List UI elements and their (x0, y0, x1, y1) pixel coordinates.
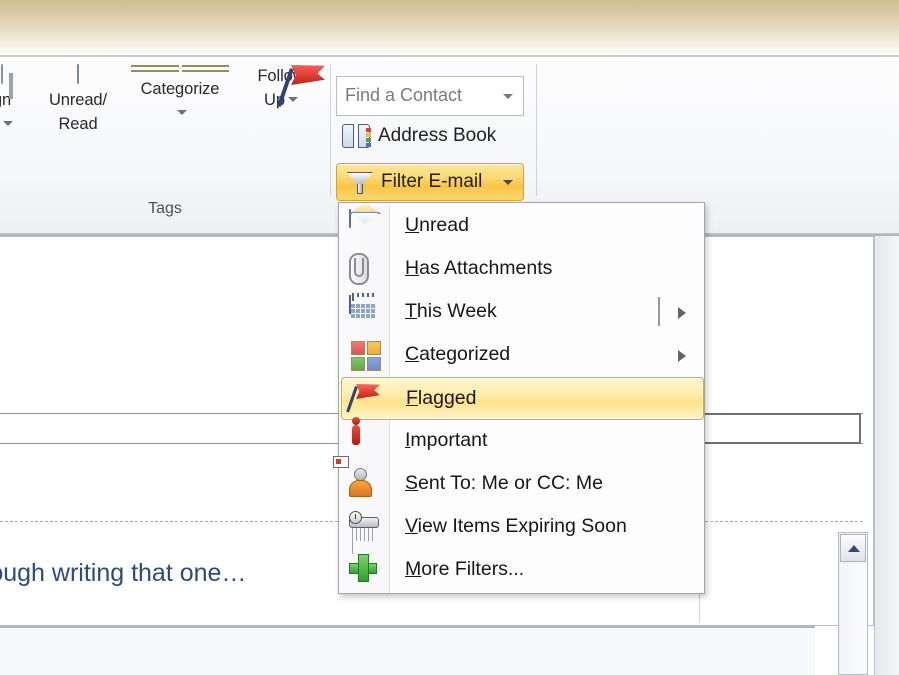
chevron-up-icon (848, 545, 860, 552)
menu-item-expiring-soon-label: View Items Expiring Soon (405, 515, 627, 537)
unread-read-button[interactable]: Unread/ Read (30, 62, 126, 136)
shredder-clock-icon (349, 511, 383, 554)
menu-item-more-filters[interactable]: More Filters... (341, 549, 704, 592)
address-book-icon (342, 124, 371, 150)
paperclip-icon (349, 253, 383, 287)
menu-item-more-filters-label: More Filters... (405, 558, 525, 580)
chevron-down-icon[interactable] (503, 180, 513, 185)
outlook-window: rough writing that one… gn y Unread/ Rea… (0, 0, 899, 675)
title-band (0, 0, 899, 56)
ribbon-group-separator-left (330, 64, 331, 196)
find-a-contact-input[interactable]: Find a Contact (336, 76, 524, 116)
menu-item-unread[interactable]: Unread (341, 202, 704, 248)
menu-item-this-week[interactable]: This Week (341, 291, 704, 334)
categorize-squares-icon (128, 62, 232, 75)
chevron-down-icon (2, 121, 13, 127)
menu-item-has-attachments-label: Has Attachments (405, 257, 553, 279)
text-cursor-icon (658, 297, 660, 326)
menu-item-sent-to-me[interactable]: Sent To: Me or CC: Me (333, 456, 704, 506)
unread-read-label-line2: Read (58, 115, 98, 133)
categorize-caret-row (128, 101, 232, 125)
menu-item-flagged[interactable]: Flagged (341, 377, 704, 420)
menu-item-flagged-label: Flagged (406, 387, 477, 409)
person-card-icon (333, 456, 383, 502)
menu-item-categorized-label: Categorized (405, 343, 511, 365)
menu-item-sent-to-me-label: Sent To: Me or CC: Me (405, 472, 603, 494)
menu-item-unread-label: Unread (405, 214, 469, 236)
envelope-icon (30, 62, 126, 86)
green-plus-icon (349, 554, 383, 588)
categorize-label: Categorize (140, 80, 220, 98)
search-input[interactable] (701, 413, 861, 444)
address-book-button[interactable]: Address Book (336, 120, 524, 156)
scrollbar-track[interactable] (840, 564, 866, 674)
menu-item-this-week-label: This Week (405, 300, 497, 322)
right-gutter (874, 236, 899, 675)
chevron-down-icon (176, 110, 187, 116)
vertical-scrollbar[interactable] (838, 532, 868, 675)
filter-email-label: Filter E-mail (381, 171, 483, 192)
ribbon-group-separator-right (536, 64, 537, 196)
flag-icon (346, 383, 384, 417)
address-book-label: Address Book (378, 125, 497, 146)
follow-up-button[interactable]: Follow Up (236, 62, 326, 112)
menu-item-categorized[interactable]: Categorized (341, 334, 704, 377)
menu-item-important[interactable]: Important (341, 417, 704, 463)
chevron-down-icon[interactable] (503, 94, 513, 99)
menu-item-important-label: Important (405, 429, 488, 451)
menu-item-has-attachments[interactable]: Has Attachments (341, 248, 704, 291)
submenu-arrow-icon (678, 307, 686, 319)
bottom-fill (0, 628, 815, 675)
categorize-button[interactable]: Categorize (128, 62, 232, 125)
categorize-squares-icon (349, 339, 383, 373)
submenu-arrow-icon (678, 350, 686, 362)
chevron-down-icon (287, 97, 298, 103)
unread-envelope-icon (349, 202, 383, 244)
funnel-icon (347, 172, 373, 194)
find-a-contact-placeholder: Find a Contact (345, 85, 463, 105)
exclamation-icon (349, 417, 383, 459)
filter-email-button[interactable]: Filter E-mail (336, 163, 524, 201)
unread-read-label-line1: Unread/ (48, 91, 107, 109)
message-snippet: rough writing that one… (0, 559, 247, 587)
calendar-icon (349, 293, 383, 330)
scroll-up-button[interactable] (840, 534, 866, 562)
ribbon-group-label-tags: Tags (148, 200, 182, 217)
filter-email-dropdown-menu: Unread Has Attachments This Week Categor… (333, 202, 705, 594)
menu-item-expiring-soon[interactable]: View Items Expiring Soon (341, 506, 704, 554)
